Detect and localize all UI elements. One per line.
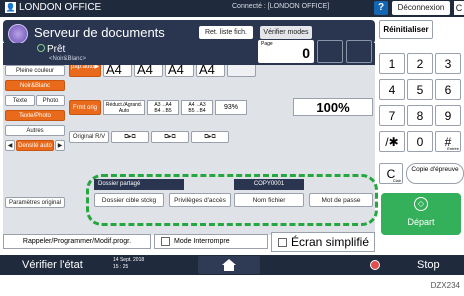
density-decrease-button[interactable]: ◀ bbox=[5, 140, 15, 151]
checkbox-icon bbox=[278, 238, 287, 248]
connection-status: Connecté : [LONDON OFFICE] bbox=[232, 3, 330, 10]
page-counter-label: Page bbox=[261, 41, 273, 47]
key-3[interactable]: 3 bbox=[435, 53, 461, 74]
page-counter: Page 0 bbox=[258, 40, 314, 63]
page-counter-value: 0 bbox=[302, 45, 310, 61]
start-button[interactable]: ◇ Départ bbox=[381, 193, 461, 235]
original-duplex-button[interactable]: Original R/V bbox=[69, 131, 109, 143]
photo-mode-button[interactable]: Photo bbox=[36, 95, 65, 106]
key-9[interactable]: 9 bbox=[435, 105, 461, 126]
document-server-icon bbox=[8, 24, 28, 44]
date-label: 14 Sept. 2018 bbox=[113, 257, 145, 263]
key-6[interactable]: 6 bbox=[435, 79, 461, 100]
start-label: Départ bbox=[407, 217, 435, 227]
duplex-option-3[interactable]: ⧉▸⧉ bbox=[191, 131, 229, 143]
original-settings-button[interactable]: Paramètres original bbox=[5, 197, 65, 208]
interrupt-mode-checkbox[interactable]: Mode Interrompre bbox=[154, 234, 268, 249]
ready-label: Prêt bbox=[47, 44, 66, 55]
text-mode-button[interactable]: Texte bbox=[5, 95, 35, 106]
file-name-button[interactable]: Nom fichier bbox=[234, 193, 304, 207]
key-8[interactable]: 8 bbox=[407, 105, 433, 126]
home-button[interactable] bbox=[198, 256, 260, 274]
simplified-screen-checkbox[interactable]: Écran simplifié bbox=[271, 232, 375, 252]
reduce-enlarge-auto-button[interactable]: Réduct./Agrand. Auto bbox=[103, 100, 145, 115]
stop-button[interactable]: Stop bbox=[417, 259, 440, 271]
density-auto-button[interactable]: Densité auto bbox=[16, 140, 54, 151]
figure-code: DZX234 bbox=[430, 281, 460, 290]
full-color-button[interactable]: Pleine couleur bbox=[5, 65, 65, 76]
more-button[interactable]: C bbox=[454, 1, 464, 15]
slot-1 bbox=[317, 40, 343, 63]
user-icon: 👤 bbox=[5, 2, 16, 13]
reset-button[interactable]: Réinitialiser bbox=[379, 20, 433, 39]
return-file-list-button[interactable]: Ret. liste fich. bbox=[199, 26, 253, 39]
zoom-ratio-display[interactable]: 100% bbox=[293, 98, 373, 116]
clear-sub-label: Clair bbox=[392, 178, 401, 183]
enter-label: Entrée bbox=[447, 146, 459, 151]
interrupt-mode-label: Mode Interrompre bbox=[174, 238, 230, 245]
stop-icon bbox=[370, 260, 380, 270]
ready-status: Prêt bbox=[37, 44, 65, 55]
key-4[interactable]: 4 bbox=[379, 79, 405, 100]
ratio-a3-a4-button[interactable]: A3→A4 B4→B5 bbox=[147, 100, 179, 115]
proof-copy-button[interactable]: Copie d'épreuve bbox=[406, 163, 464, 184]
key-0[interactable]: 0 bbox=[407, 131, 433, 152]
user-indicator: 👤 LONDON OFFICE bbox=[5, 2, 101, 13]
simplified-screen-label: Écran simplifié bbox=[291, 235, 370, 249]
key-5[interactable]: 5 bbox=[407, 79, 433, 100]
target-folder-button[interactable]: Dossier cible stckg bbox=[94, 193, 164, 207]
recall-program-button[interactable]: Rappeler/Programmer/Modif.progr. bbox=[3, 234, 151, 249]
check-status-button[interactable]: Vérifier l'état bbox=[22, 259, 83, 271]
user-label: LONDON OFFICE bbox=[19, 2, 102, 13]
key-1[interactable]: 1 bbox=[379, 53, 405, 74]
file-name-value: COPY0001 bbox=[234, 179, 304, 190]
ratio-93-button[interactable]: 93% bbox=[215, 100, 247, 115]
storage-settings-highlight: Dossier partagé COPY0001 Dossier cible s… bbox=[86, 174, 378, 226]
duplex-option-1[interactable]: ⧉▸⧉ bbox=[111, 131, 149, 143]
help-button[interactable]: ? bbox=[374, 1, 388, 15]
ratio-a4-a3-button[interactable]: A4→A3 B5→B4 bbox=[181, 100, 213, 115]
logout-button[interactable]: Déconnexion bbox=[392, 1, 450, 15]
key-7[interactable]: 7 bbox=[379, 105, 405, 126]
status-strip: Prêt <Noir&Blanc> Page 0 bbox=[3, 40, 375, 65]
original-format-button[interactable]: Frmt orig bbox=[69, 100, 101, 115]
page-title: Serveur de documents bbox=[34, 25, 165, 40]
checkbox-icon bbox=[161, 236, 170, 246]
shared-folder-header: Dossier partagé bbox=[94, 179, 184, 190]
check-modes-button[interactable]: Vérifier modes bbox=[260, 26, 312, 39]
black-white-button[interactable]: Noir&Blanc bbox=[5, 80, 65, 91]
other-modes-button[interactable]: Autres bbox=[5, 125, 65, 136]
password-button[interactable]: Mot de passe bbox=[309, 193, 373, 207]
key-slash-star[interactable]: /✱ bbox=[379, 131, 405, 152]
clear-button[interactable]: C Clair bbox=[379, 163, 403, 184]
key-hash-enter[interactable]: # Entrée bbox=[435, 131, 461, 152]
start-icon: ◇ bbox=[414, 197, 428, 211]
duplex-option-2[interactable]: ⧉▸⧉ bbox=[151, 131, 189, 143]
top-bar: 👤 LONDON OFFICE Connecté : [LONDON OFFIC… bbox=[0, 0, 464, 17]
time-label: 15 : 25 bbox=[113, 264, 129, 270]
density-increase-button[interactable]: ▶ bbox=[55, 140, 65, 151]
home-icon bbox=[222, 259, 236, 271]
key-2[interactable]: 2 bbox=[407, 53, 433, 74]
ready-icon bbox=[37, 44, 45, 52]
color-mode-label: <Noir&Blanc> bbox=[49, 56, 87, 62]
text-photo-button[interactable]: Texte/Photo bbox=[5, 110, 65, 121]
date-time: 14 Sept. 2018 15 : 25 bbox=[113, 257, 144, 271]
access-privileges-button[interactable]: Privilèges d'accès bbox=[169, 193, 231, 207]
status-bar: Vérifier l'état 14 Sept. 2018 15 : 25 St… bbox=[0, 255, 464, 275]
slot-2 bbox=[346, 40, 372, 63]
